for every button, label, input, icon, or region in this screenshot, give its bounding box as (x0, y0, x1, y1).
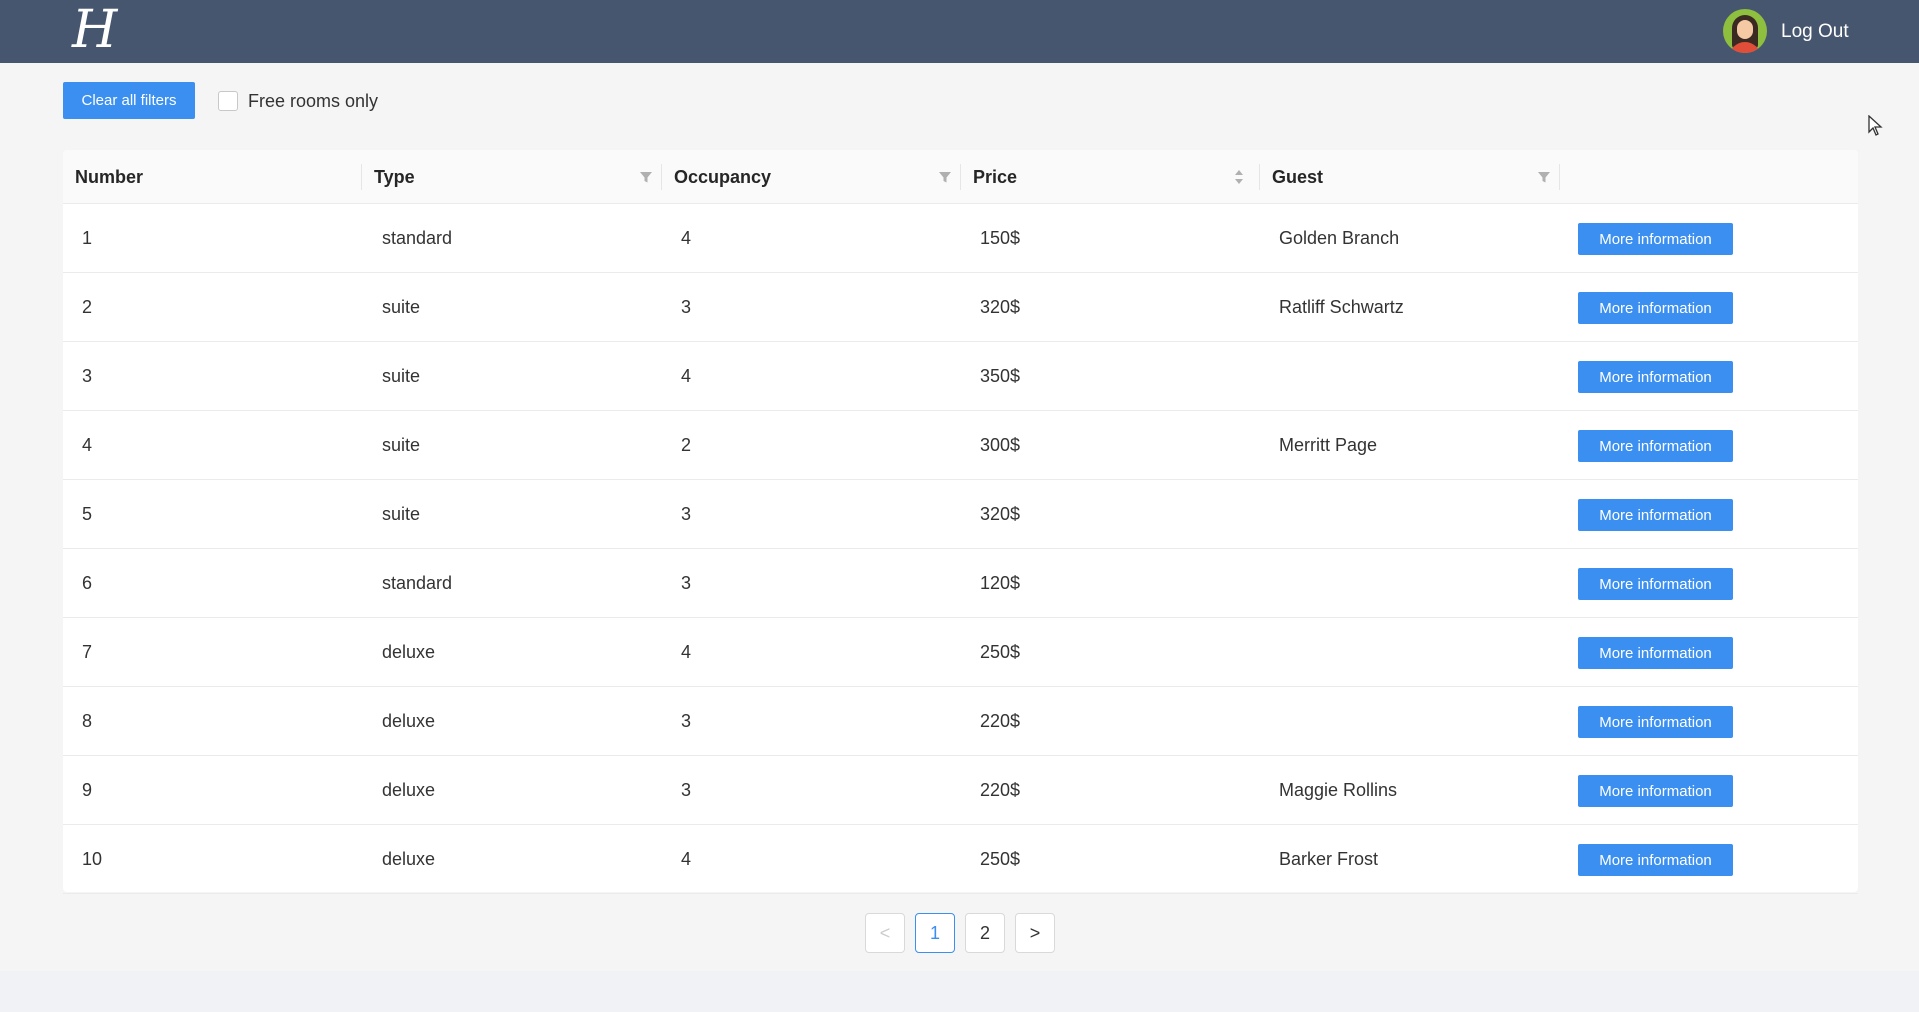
main-content: Clear all filters Free rooms only Number… (0, 63, 1919, 971)
more-information-button[interactable]: More information (1578, 223, 1733, 255)
more-information-button[interactable]: More information (1578, 637, 1733, 669)
cell-price: 220$ (980, 780, 1021, 800)
table-row: 8 deluxe 3 220$ More information (63, 687, 1858, 756)
cell-occupancy: 3 (681, 573, 692, 593)
top-bar: H Log Out (0, 0, 1919, 63)
more-information-button[interactable]: More information (1578, 292, 1733, 324)
more-information-button[interactable]: More information (1578, 361, 1733, 393)
cell-price: 300$ (980, 435, 1021, 455)
column-header-type[interactable]: Type (374, 150, 415, 204)
cell-number: 6 (82, 573, 93, 593)
cell-occupancy: 4 (681, 849, 692, 869)
cell-number: 2 (82, 297, 93, 317)
guest-filter-icon[interactable] (1537, 170, 1551, 184)
more-information-button[interactable]: More information (1578, 568, 1733, 600)
table-row: 6 standard 3 120$ More information (63, 549, 1858, 618)
cell-occupancy: 4 (681, 642, 692, 662)
cell-occupancy: 3 (681, 297, 692, 317)
cell-guest: Barker Frost (1279, 849, 1379, 869)
pagination-prev-button[interactable]: < (865, 913, 905, 953)
occupancy-filter-icon[interactable] (938, 170, 952, 184)
cell-guest: Ratliff Schwartz (1279, 297, 1404, 317)
cell-price: 150$ (980, 228, 1021, 248)
cell-number: 9 (82, 780, 93, 800)
column-header-guest[interactable]: Guest (1272, 150, 1323, 204)
logout-link[interactable]: Log Out (1781, 19, 1849, 45)
table-row: 9 deluxe 3 220$ Maggie Rollins More informati… (63, 756, 1858, 825)
cell-type: deluxe (382, 780, 436, 800)
avatar[interactable] (1723, 9, 1767, 53)
cell-price: 250$ (980, 849, 1021, 869)
cell-guest: Maggie Rollins (1279, 780, 1398, 800)
footer (0, 971, 1919, 1012)
cell-number: 10 (82, 849, 103, 869)
table-header: Number Type Occupancy Price Guest (63, 150, 1858, 204)
cell-type: suite (382, 435, 421, 455)
more-information-button[interactable]: More information (1578, 706, 1733, 738)
cell-price: 350$ (980, 366, 1021, 386)
more-information-button[interactable]: More information (1578, 775, 1733, 807)
cell-type: deluxe (382, 642, 436, 662)
column-header-number[interactable]: Number (75, 150, 143, 204)
cell-number: 4 (82, 435, 93, 455)
table-row: 10 deluxe 4 250$ Barker Frost More informatio… (63, 825, 1858, 894)
cell-occupancy: 4 (681, 366, 692, 386)
price-sort-icon[interactable] (1233, 167, 1245, 187)
cell-type: standard (382, 573, 453, 593)
free-rooms-label[interactable]: Free rooms only (248, 89, 378, 113)
column-header-occupancy[interactable]: Occupancy (674, 150, 771, 204)
cell-type: deluxe (382, 711, 436, 731)
pagination-next-button[interactable]: > (1015, 913, 1055, 953)
cell-price: 320$ (980, 297, 1021, 317)
cell-occupancy: 3 (681, 780, 692, 800)
cell-number: 5 (82, 504, 93, 524)
free-rooms-checkbox[interactable] (218, 91, 238, 111)
cell-number: 1 (82, 228, 93, 248)
cell-guest: Golden Branch (1279, 228, 1400, 248)
table-row: 5 suite 3 320$ More information (63, 480, 1858, 549)
cell-price: 220$ (980, 711, 1021, 731)
mouse-cursor-icon (1868, 115, 1883, 136)
cell-type: suite (382, 297, 421, 317)
table-row: 4 suite 2 300$ Merritt Page More information (63, 411, 1858, 480)
cell-occupancy: 3 (681, 504, 692, 524)
logo[interactable]: H (72, 2, 117, 58)
column-header-price[interactable]: Price (973, 150, 1017, 204)
cell-type: suite (382, 366, 421, 386)
cell-type: standard (382, 228, 453, 248)
cell-price: 320$ (980, 504, 1021, 524)
table-row: 2 suite 3 320$ Ratliff Schwartz More informat… (63, 273, 1858, 342)
cell-type: deluxe (382, 849, 436, 869)
cell-occupancy: 2 (681, 435, 692, 455)
more-information-button[interactable]: More information (1578, 499, 1733, 531)
more-information-button[interactable]: More information (1578, 430, 1733, 462)
table-row: 7 deluxe 4 250$ More information (63, 618, 1858, 687)
more-information-button[interactable]: More information (1578, 844, 1733, 876)
cell-number: 7 (82, 642, 93, 662)
pagination-page-2[interactable]: 2 (965, 913, 1005, 953)
rooms-table: Number Type Occupancy Price Guest 1 stand… (63, 150, 1858, 894)
clear-filters-button[interactable]: Clear all filters (63, 82, 195, 119)
type-filter-icon[interactable] (639, 170, 653, 184)
cell-number: 8 (82, 711, 93, 731)
table-row: 3 suite 4 350$ More information (63, 342, 1858, 411)
cell-occupancy: 3 (681, 711, 692, 731)
cell-type: suite (382, 504, 421, 524)
table-row: 1 standard 4 150$ Golden Branch More informat… (63, 204, 1858, 273)
cell-guest: Merritt Page (1279, 435, 1378, 455)
cell-number: 3 (82, 366, 93, 386)
cell-occupancy: 4 (681, 228, 692, 248)
cell-price: 250$ (980, 642, 1021, 662)
cell-price: 120$ (980, 573, 1021, 593)
pagination-page-1[interactable]: 1 (915, 913, 955, 953)
